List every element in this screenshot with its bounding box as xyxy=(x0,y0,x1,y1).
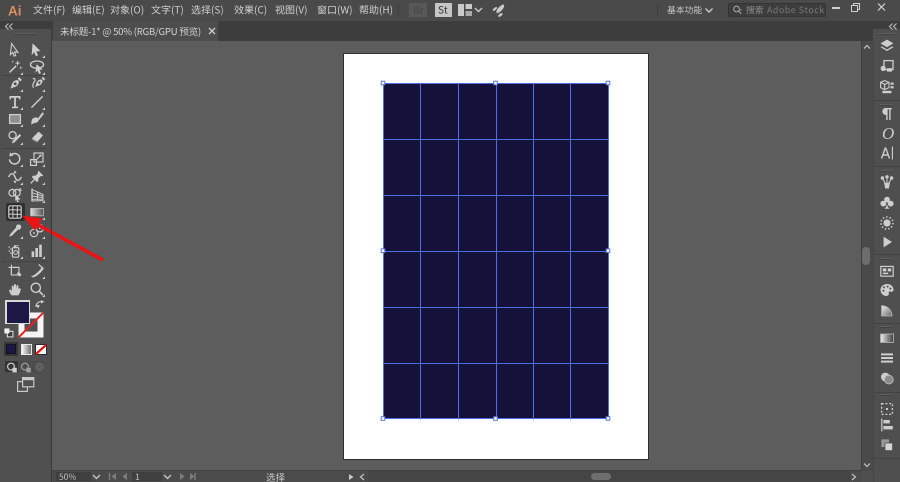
svg-text:Ai: Ai xyxy=(8,4,22,19)
svg-text:O: O xyxy=(882,126,894,142)
